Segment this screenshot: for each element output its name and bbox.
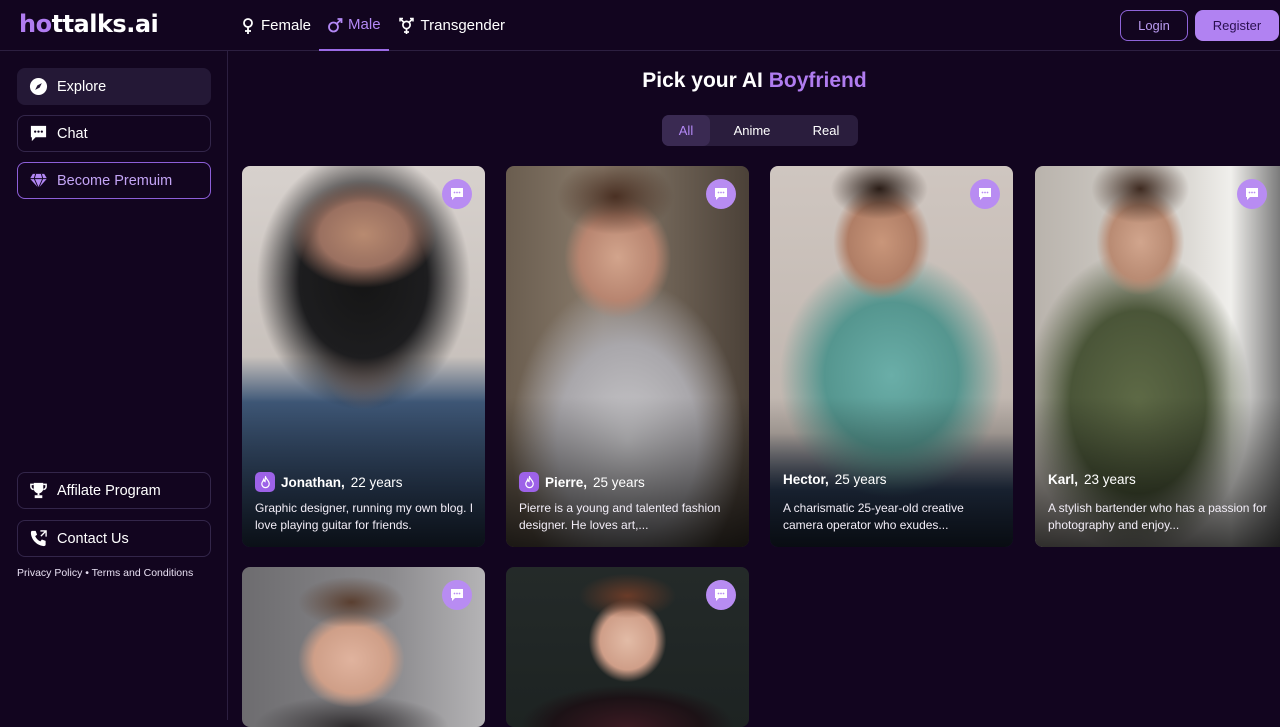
compass-icon bbox=[29, 77, 48, 96]
card-name: Jonathan, bbox=[281, 474, 345, 490]
card-description: A charismatic 25-year-old creative camer… bbox=[783, 501, 964, 532]
chat-icon bbox=[451, 589, 463, 601]
filter-real[interactable]: Real bbox=[794, 115, 858, 146]
chat-icon bbox=[715, 589, 727, 601]
filter-all[interactable]: All bbox=[662, 115, 710, 146]
tab-label: Female bbox=[261, 17, 312, 34]
tab-label: Male bbox=[348, 16, 381, 33]
sidebar-item-label: Contact Us bbox=[57, 530, 129, 547]
card-chat-button[interactable] bbox=[1237, 179, 1267, 209]
page-title: Pick your AI Boyfriend bbox=[642, 69, 867, 92]
fire-icon bbox=[255, 472, 275, 492]
card-name: Hector, bbox=[783, 472, 829, 487]
sidebar-item-label: Explore bbox=[57, 78, 107, 95]
character-card[interactable] bbox=[506, 567, 749, 727]
chat-icon bbox=[1246, 188, 1258, 200]
tab-transgender[interactable]: Transgender bbox=[389, 0, 514, 51]
character-card[interactable]: Karl, 23 years A stylish bartender who h… bbox=[1035, 166, 1280, 547]
card-name-row: Pierre, 25 years bbox=[519, 472, 645, 492]
filter-anime[interactable]: Anime bbox=[710, 115, 794, 146]
card-description: Pierre is a young and talented fashion d… bbox=[519, 501, 721, 532]
character-card[interactable] bbox=[242, 567, 485, 727]
female-icon bbox=[243, 17, 253, 34]
diamond-icon bbox=[29, 173, 48, 190]
top-bar: hottalks.ai Female Male Transgender Logi… bbox=[0, 0, 1280, 51]
card-description: Graphic designer, running my own blog. I… bbox=[255, 501, 474, 532]
card-description: A stylish bartender who has a passion fo… bbox=[1048, 501, 1267, 532]
phone-icon bbox=[30, 530, 47, 547]
card-chat-button[interactable] bbox=[442, 179, 472, 209]
gender-tabs: Female Male Transgender bbox=[232, 0, 513, 51]
card-name: Karl, bbox=[1048, 472, 1079, 487]
legal-links[interactable]: Privacy Policy • Terms and Conditions bbox=[17, 567, 193, 579]
chat-icon bbox=[715, 188, 727, 200]
transgender-icon bbox=[398, 17, 414, 34]
sidebar-item-label: Affilate Program bbox=[57, 482, 161, 499]
sidebar-item-affiliate[interactable]: Affilate Program bbox=[17, 472, 211, 509]
card-name-row: Hector, 25 years bbox=[783, 472, 887, 487]
sidebar-item-chat[interactable]: Chat bbox=[17, 115, 211, 152]
character-card[interactable]: Jonathan, 22 years Graphic designer, run… bbox=[242, 166, 485, 547]
character-card[interactable]: Pierre, 25 years Pierre is a young and t… bbox=[506, 166, 749, 547]
sidebar-item-contact[interactable]: Contact Us bbox=[17, 520, 211, 557]
card-chat-button[interactable] bbox=[970, 179, 1000, 209]
sidebar-item-premium[interactable]: Become Premuim bbox=[17, 162, 211, 199]
login-button[interactable]: Login bbox=[1120, 10, 1188, 41]
chat-icon bbox=[979, 188, 991, 200]
register-button[interactable]: Register bbox=[1195, 10, 1279, 41]
character-card[interactable]: Hector, 25 years A charismatic 25-year-o… bbox=[770, 166, 1013, 547]
sidebar: Explore Chat Become Premuim Affilate Pro… bbox=[0, 51, 228, 720]
card-chat-button[interactable] bbox=[442, 580, 472, 610]
sidebar-item-explore[interactable]: Explore bbox=[17, 68, 211, 105]
male-icon bbox=[328, 17, 343, 32]
card-age: 25 years bbox=[593, 474, 645, 490]
logo[interactable]: hottalks.ai bbox=[19, 10, 159, 38]
card-age: 25 years bbox=[834, 472, 887, 487]
sidebar-item-label: Become Premuim bbox=[57, 172, 173, 189]
card-age: 23 years bbox=[1084, 472, 1136, 487]
card-name: Pierre, bbox=[545, 474, 588, 490]
card-chat-button[interactable] bbox=[706, 580, 736, 610]
card-name-row: Jonathan, 22 years bbox=[255, 472, 403, 492]
trophy-icon bbox=[30, 482, 47, 499]
card-chat-button[interactable] bbox=[706, 179, 736, 209]
main-content: Pick your AI Boyfriend All Anime Real Jo… bbox=[229, 51, 1280, 727]
tab-label: Transgender bbox=[420, 17, 506, 34]
chat-icon bbox=[451, 188, 463, 200]
chat-icon bbox=[30, 125, 47, 142]
type-filter: All Anime Real bbox=[662, 115, 858, 146]
sidebar-item-label: Chat bbox=[57, 125, 88, 142]
card-age: 22 years bbox=[350, 474, 403, 490]
fire-icon bbox=[519, 472, 539, 492]
tab-male[interactable]: Male bbox=[319, 0, 389, 51]
tab-female[interactable]: Female bbox=[232, 0, 319, 51]
card-name-row: Karl, 23 years bbox=[1048, 472, 1136, 487]
